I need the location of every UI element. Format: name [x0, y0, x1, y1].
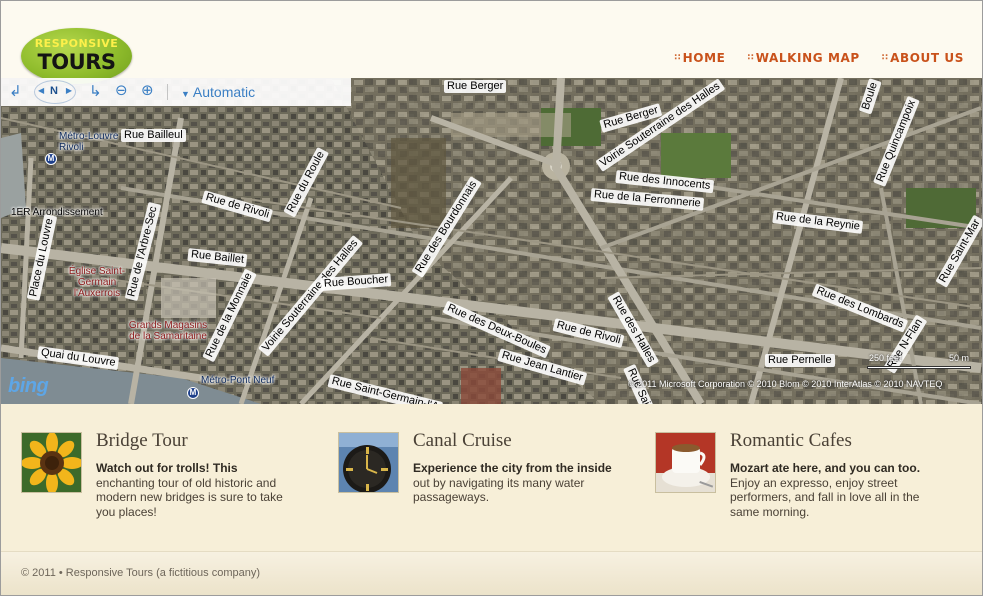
rotate-right-icon[interactable]: ↳ — [89, 84, 102, 99]
bing-logo: bing — [8, 375, 49, 397]
pan-right-icon[interactable]: ▶ — [66, 86, 72, 95]
feature-romantic-cafes: Romantic Cafes Mozart ate here, and you … — [655, 430, 955, 530]
nav-walking-map[interactable]: ∷ WALKING MAP — [747, 51, 859, 65]
metro-label: Métro-Pont Neuf — [201, 375, 275, 386]
feature-text: out by navigating its many water passage… — [413, 475, 585, 505]
arrondissement-label: 1ER Arrondissement — [11, 207, 103, 218]
scale-bar — [867, 366, 971, 369]
footer: © 2011 • Responsive Tours (a fictitious … — [1, 551, 982, 595]
features-section: Bridge Tour Watch out for trolls! This e… — [1, 404, 982, 551]
street-label: Rue Bailleul — [121, 129, 186, 142]
poi-label[interactable]: Église Saint-Germain l'Auxerrois — [59, 266, 135, 299]
scale-meters: 50 m — [949, 353, 970, 363]
map-toolbar: ↲ ◀ N ▶ ↳ ⊖ ⊕ ▼ Automatic — [1, 78, 351, 106]
feature-description: Watch out for trolls! This enchanting to… — [96, 461, 296, 519]
feature-lead: Experience the city from the inside — [413, 461, 612, 475]
aerial-map[interactable]: ↲ ◀ N ▶ ↳ ⊖ ⊕ ▼ Automatic Rue Berger Rue … — [1, 78, 982, 404]
rotate-left-icon[interactable]: ↲ — [9, 84, 22, 99]
feature-title: Romantic Cafes — [730, 430, 852, 451]
feature-bridge-tour: Bridge Tour Watch out for trolls! This e… — [21, 430, 321, 530]
page: RESPONSIVE TOURS ∷ HOME ∷ WALKING MAP ∷ … — [0, 0, 983, 596]
pan-left-icon[interactable]: ◀ — [38, 86, 44, 95]
map-mode-label: Automatic — [192, 84, 256, 100]
dropdown-arrow-icon: ▼ — [181, 89, 190, 99]
metro-label: Métro-Louvre Rivoli — [59, 131, 119, 153]
poi-label[interactable]: Grands Magasins de la Samaritaine — [125, 320, 211, 342]
compass-north: N — [50, 85, 58, 97]
compass-control[interactable]: ◀ N ▶ — [34, 80, 76, 104]
feature-title: Bridge Tour — [96, 430, 188, 451]
feature-description: Experience the city from the inside out … — [413, 461, 613, 505]
feature-description: Mozart ate here, and you can too. Enjoy … — [730, 461, 930, 519]
feature-text: enchanting tour of old historic and mode… — [96, 475, 283, 519]
nav-home[interactable]: ∷ HOME — [674, 51, 725, 65]
feature-lead: Watch out for trolls! This — [96, 461, 238, 475]
footer-copyright: © 2011 • Responsive Tours (a fictitious … — [21, 567, 260, 579]
nav-home-label: HOME — [682, 51, 726, 65]
feature-text: Enjoy an expresso, enjoy street performe… — [730, 475, 920, 519]
coffee-cup-photo — [655, 432, 716, 493]
grid-bullet-icon: ∷ — [881, 53, 888, 63]
map-copyright: © 2011 Microsoft Corporation © 2010 Blom… — [628, 379, 943, 389]
clock-photo — [338, 432, 399, 493]
logo-line1: RESPONSIVE — [34, 37, 119, 50]
zoom-in-icon[interactable]: ⊕ — [141, 83, 154, 98]
street-label: Rue Pernelle — [765, 354, 835, 367]
sunflower-photo — [21, 432, 82, 493]
grid-bullet-icon: ∷ — [674, 53, 680, 63]
metro-icon[interactable]: M — [45, 153, 57, 165]
street-label: Rue Berger — [444, 80, 507, 93]
metro-icon[interactable]: M — [187, 387, 199, 399]
feature-canal-cruise: Canal Cruise Experience the city from th… — [338, 430, 638, 530]
map-mode-dropdown[interactable]: ▼ Automatic — [181, 84, 255, 100]
logo-line2: TOURS — [37, 50, 116, 74]
nav-about-us[interactable]: ∷ ABOUT US — [882, 51, 964, 65]
feature-title: Canal Cruise — [413, 430, 512, 451]
feature-lead: Mozart ate here, and you can too. — [730, 461, 921, 475]
zoom-out-icon[interactable]: ⊖ — [115, 83, 128, 98]
header: RESPONSIVE TOURS ∷ HOME ∷ WALKING MAP ∷ … — [1, 1, 982, 84]
grid-bullet-icon: ∷ — [747, 53, 753, 63]
toolbar-divider — [167, 84, 168, 100]
scale-feet: 250 feet — [869, 353, 902, 363]
main-nav: ∷ HOME ∷ WALKING MAP ∷ ABOUT US — [674, 51, 964, 65]
nav-about-us-label: ABOUT US — [890, 51, 964, 65]
nav-walking-map-label: WALKING MAP — [755, 51, 860, 65]
